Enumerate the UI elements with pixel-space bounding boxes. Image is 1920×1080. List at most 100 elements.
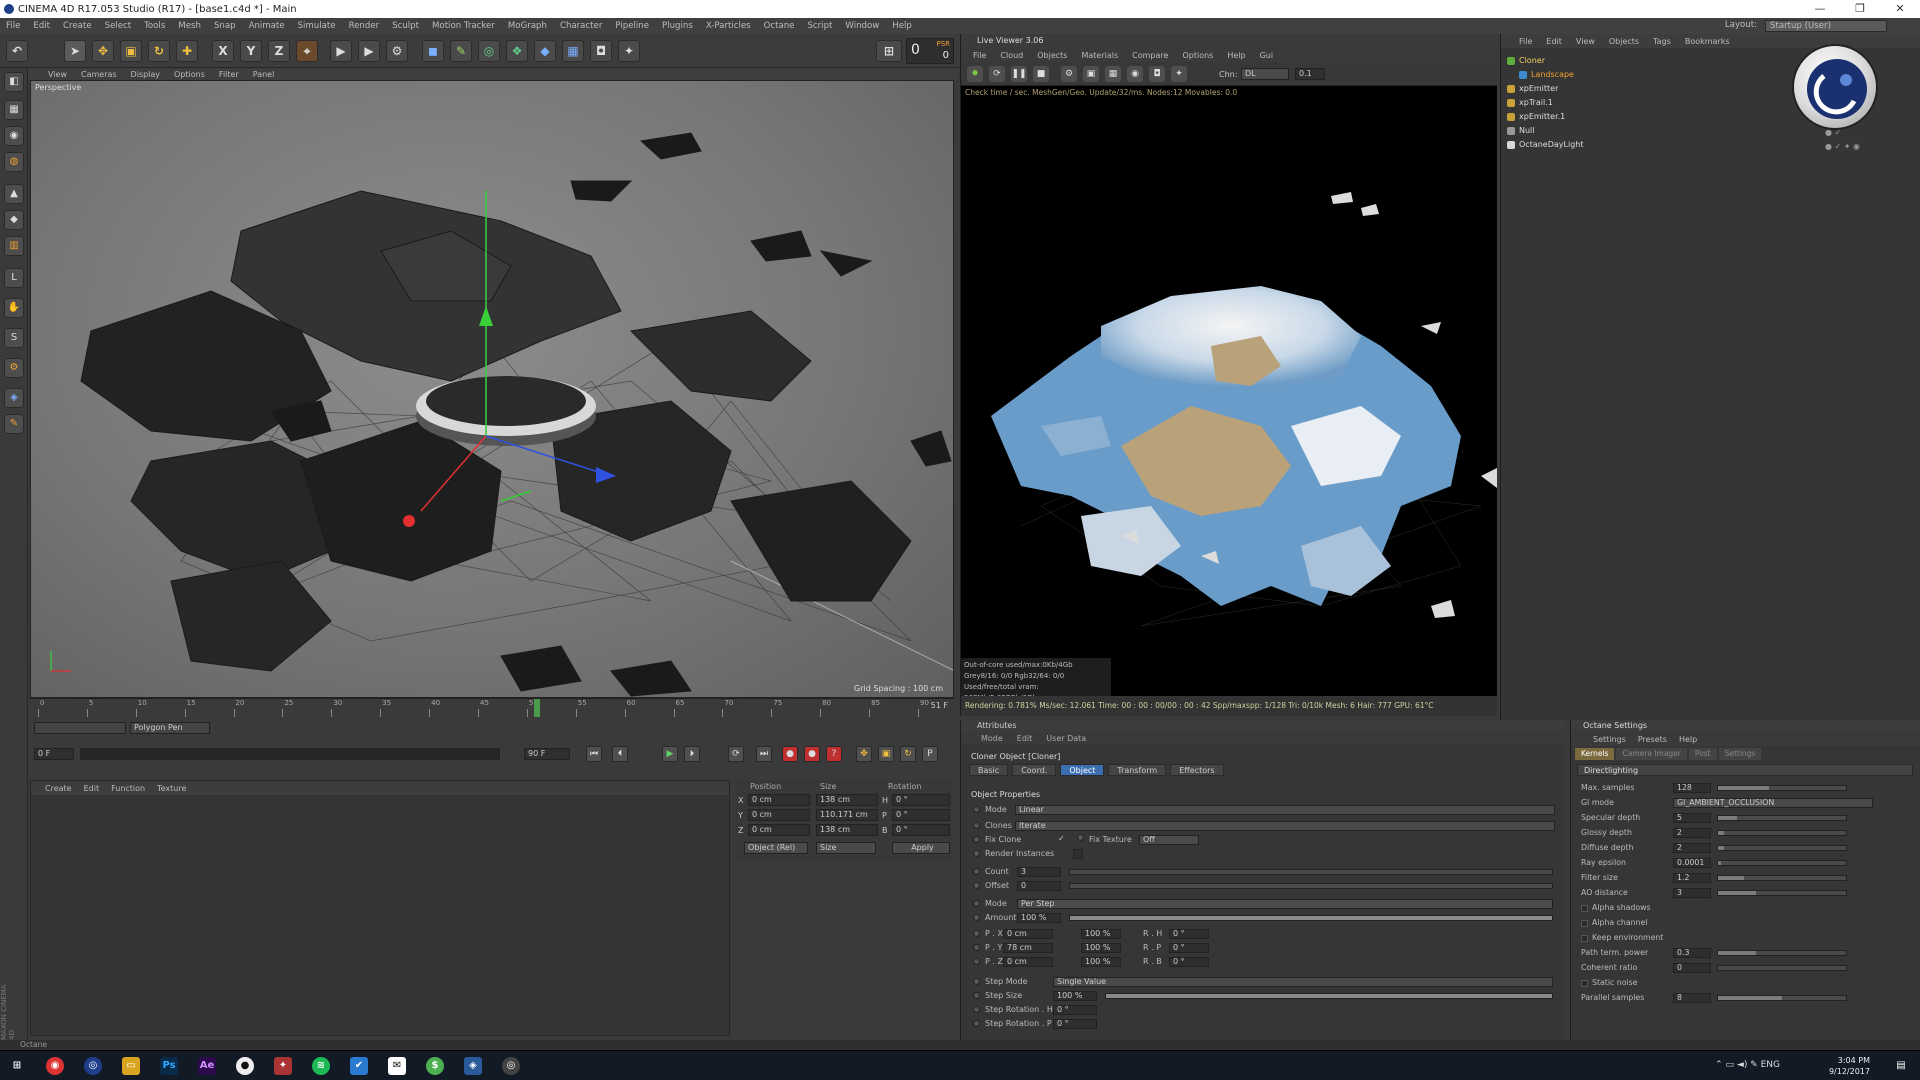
live-select-button[interactable]: ✚	[176, 40, 198, 62]
zoom-field[interactable]: 0.1	[1295, 68, 1325, 80]
om-menu-tags[interactable]: Tags	[1653, 37, 1671, 46]
select-tool-button[interactable]: ➤	[64, 40, 86, 62]
viewport-menu-display[interactable]: Display	[131, 70, 161, 79]
count-field[interactable]: 3	[1017, 867, 1061, 877]
viewport-menu-options[interactable]: Options	[174, 70, 205, 79]
octane-setting-value[interactable]: 5	[1673, 813, 1711, 823]
stop-render-icon[interactable]: ■	[1033, 66, 1049, 82]
om-menu-bookmarks[interactable]: Bookmarks	[1685, 37, 1730, 46]
sx-field[interactable]: 100 %	[1081, 929, 1121, 939]
object-row-xptrail[interactable]: xpTrail.1 ● ✓ ● ◉	[1507, 96, 1860, 110]
psr-snap-icon[interactable]: ⊞	[876, 40, 902, 62]
menu-octane[interactable]: Octane	[764, 21, 795, 31]
os-menu-help[interactable]: Help	[1679, 735, 1697, 744]
rp-field[interactable]: 0 °	[1169, 943, 1209, 953]
system-tray[interactable]: ⌃ ▭ ◄) ✎ ENG	[1715, 1060, 1780, 1070]
octane-setting-value[interactable]: 8	[1673, 993, 1711, 1003]
z-axis-lock-button[interactable]: Z	[268, 40, 290, 62]
timeline-playhead[interactable]	[533, 699, 540, 717]
menu-plugins[interactable]: Plugins	[662, 21, 693, 31]
loop-button[interactable]: ⟳	[728, 746, 744, 762]
pz-field[interactable]: 0 cm	[1003, 957, 1053, 967]
tab-kernels[interactable]: Kernels	[1575, 748, 1615, 760]
octane-setting-checkbox[interactable]	[1581, 919, 1588, 927]
rb-field[interactable]: 0 °	[1169, 957, 1209, 967]
rotation-h-field[interactable]: 0 °	[892, 794, 950, 806]
menu-sculpt[interactable]: Sculpt	[392, 21, 419, 31]
y-axis-lock-button[interactable]: Y	[240, 40, 262, 62]
after-effects-icon[interactable]: Ae	[198, 1057, 216, 1075]
octane-setting-value[interactable]: 0.3	[1673, 948, 1711, 958]
floor-icon[interactable]: ▦	[562, 40, 584, 62]
autokey-icon[interactable]: ●	[804, 746, 820, 762]
mode-select[interactable]: Linear	[1015, 805, 1555, 815]
om-menu-objects[interactable]: Objects	[1609, 37, 1639, 46]
attr-menu-user-data[interactable]: User Data	[1046, 734, 1086, 743]
lv-menu-gui[interactable]: Gui	[1260, 51, 1274, 60]
file-explorer-icon[interactable]: ▭	[122, 1057, 140, 1075]
rotation-p-field[interactable]: 0 °	[892, 809, 950, 821]
octane-setting-checkbox[interactable]	[1581, 904, 1588, 912]
octane-setting-value[interactable]: 1.2	[1673, 873, 1711, 883]
keyframe-selection-icon[interactable]: ?	[826, 746, 842, 762]
tab-settings[interactable]: Settings	[1718, 748, 1762, 760]
polygons-mode-icon[interactable]: ▥	[4, 236, 24, 256]
menu-help[interactable]: Help	[892, 21, 912, 31]
lock-workplane-icon[interactable]: ⚙	[4, 358, 24, 378]
attr-menu-edit[interactable]: Edit	[1017, 734, 1033, 743]
go-to-end-button[interactable]: ⏭	[756, 746, 772, 762]
cube-primitive-icon[interactable]: ◼	[422, 40, 444, 62]
menu-file[interactable]: File	[6, 21, 20, 31]
close-button[interactable]: ✕	[1880, 0, 1920, 18]
make-editable-icon[interactable]: ◧	[4, 72, 24, 92]
notifications-icon[interactable]: ▤	[1892, 1057, 1910, 1075]
lv-settings-icon[interactable]: ⚙	[1061, 66, 1077, 82]
pause-render-icon[interactable]: ❚❚	[1011, 66, 1027, 82]
size-y-field[interactable]: 110.171 cm	[816, 809, 878, 821]
octane-setting-slider[interactable]	[1717, 860, 1847, 866]
restart-render-icon[interactable]: ⟳	[989, 66, 1005, 82]
step-rotation-p-field[interactable]: 0 °	[1053, 1019, 1097, 1029]
scale-key-icon[interactable]: ▣	[878, 746, 894, 762]
viewport-menu-filter[interactable]: Filter	[219, 70, 239, 79]
rotation-b-field[interactable]: 0 °	[892, 824, 950, 836]
octane-setting-slider[interactable]	[1717, 785, 1847, 791]
viewport-menu-cameras[interactable]: Cameras	[81, 70, 117, 79]
os-menu-presets[interactable]: Presets	[1638, 735, 1667, 744]
scale-tool-button[interactable]: ▣	[120, 40, 142, 62]
polygon-pen-field[interactable]: Polygon Pen	[130, 722, 210, 734]
object-row-landscape[interactable]: Landscape ● ✓ ✦	[1519, 68, 1850, 82]
lv-picker-icon[interactable]: ◉	[1127, 66, 1143, 82]
menu-window[interactable]: Window	[845, 21, 879, 31]
lv-lock-icon[interactable]: ▣	[1083, 66, 1099, 82]
attr-menu-mode[interactable]: Mode	[981, 734, 1003, 743]
size-z-field[interactable]: 138 cm	[816, 824, 878, 836]
texture-mode-icon[interactable]: ◉	[4, 126, 24, 146]
layout-select[interactable]: Startup (User)	[1765, 20, 1887, 32]
material-manager[interactable]: Create Edit Function Texture	[30, 780, 730, 1036]
cinema4d-taskbar-icon[interactable]: ◎	[84, 1057, 102, 1075]
fix-texture-select[interactable]: Off	[1139, 835, 1199, 845]
object-row-cloner[interactable]: Cloner ● ✓	[1507, 54, 1841, 68]
render-instances-checkbox[interactable]	[1073, 849, 1083, 859]
object-row-xpemitter[interactable]: xpEmitter ● ✓ ✦ ◉	[1507, 82, 1860, 96]
tweak-mode-icon[interactable]: ✋	[4, 298, 24, 318]
menu-edit[interactable]: Edit	[33, 21, 50, 31]
rh-field[interactable]: 0 °	[1169, 929, 1209, 939]
next-frame-button[interactable]: ⏵	[684, 746, 700, 762]
menu-simulate[interactable]: Simulate	[298, 21, 336, 31]
app-icon-11[interactable]: $	[426, 1057, 444, 1075]
axis-mode-icon[interactable]: L	[4, 268, 24, 288]
menu-tools[interactable]: Tools	[144, 21, 165, 31]
app-icon-7[interactable]: ✦	[274, 1057, 292, 1075]
step-rotation-h-field[interactable]: 0 °	[1053, 1005, 1097, 1015]
menu-motion-tracker[interactable]: Motion Tracker	[432, 21, 495, 31]
octane-setting-value[interactable]: 128	[1673, 783, 1711, 793]
render-view-icon[interactable]: ▶	[330, 40, 352, 62]
maximize-button[interactable]: ❐	[1840, 0, 1880, 18]
om-menu-edit[interactable]: Edit	[1546, 37, 1562, 46]
per-step-select[interactable]: Per Step	[1017, 899, 1553, 909]
tab-camera-imager[interactable]: Camera Imager	[1616, 748, 1687, 760]
menu-render[interactable]: Render	[349, 21, 380, 31]
apply-button[interactable]: Apply	[892, 842, 950, 854]
